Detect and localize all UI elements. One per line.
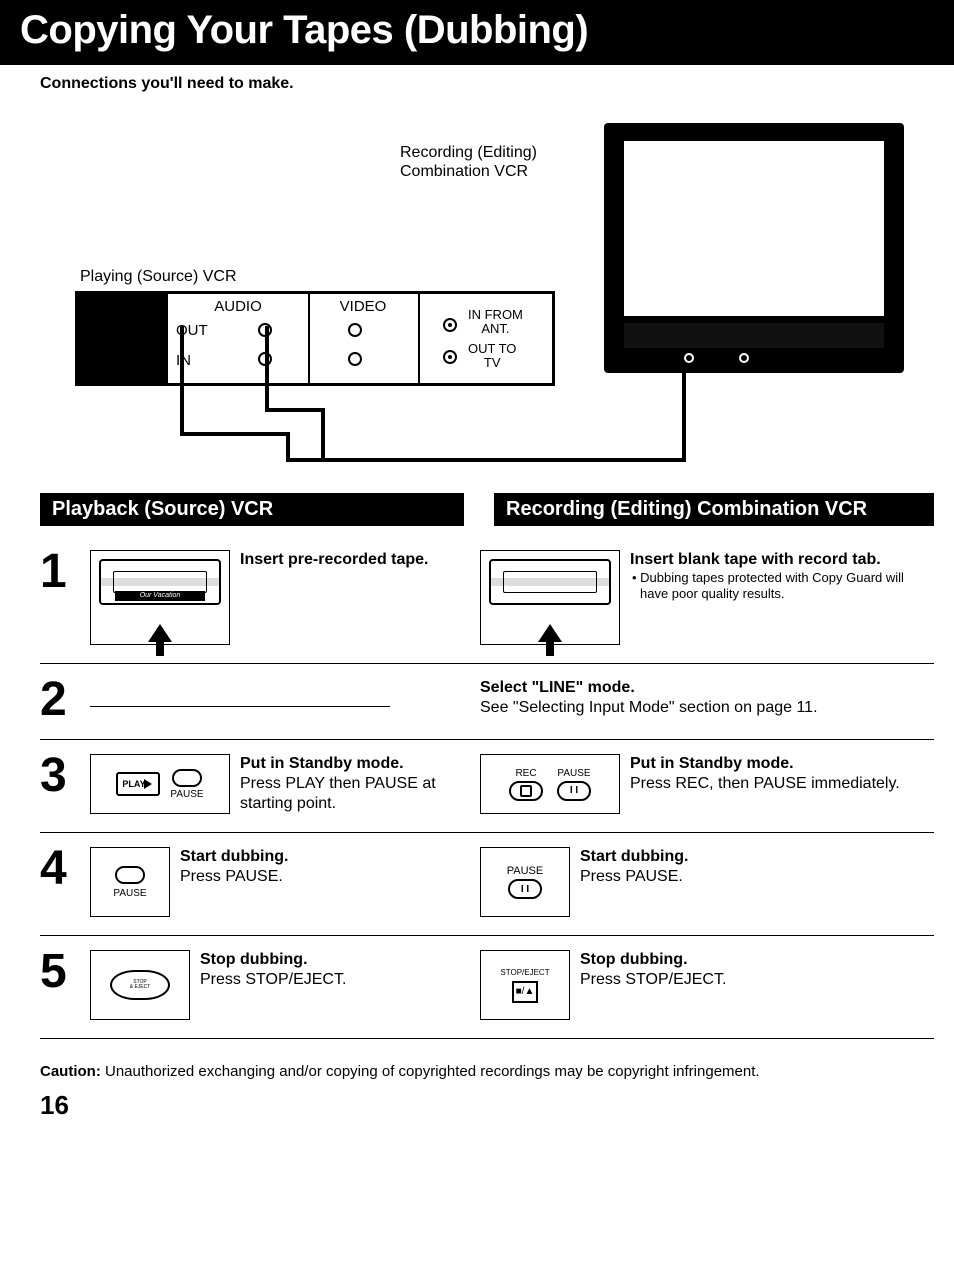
step5-right-heading: Stop dubbing.	[580, 951, 688, 968]
step-5: 5 STOP & EJECT Stop dubbing. Press STOP/…	[40, 936, 934, 1038]
recording-vcr-label: Recording (Editing) Combination VCR	[400, 143, 537, 181]
in-from-ant-label: IN FROM ANT.	[468, 308, 523, 335]
step-3: 3 PLAY PAUSE Put in Standby mode. Press …	[40, 740, 934, 833]
step1-left-heading: Insert pre-recorded tape.	[240, 551, 429, 568]
step1-bullet: Dubbing tapes protected with Copy Guard …	[630, 570, 934, 601]
playback-header: Playback (Source) VCR	[40, 493, 464, 526]
step5-left-body: Press STOP/EJECT.	[200, 971, 346, 988]
stopej-label: STOP/EJECT	[500, 968, 549, 977]
step3-right-heading: Put in Standby mode.	[630, 755, 794, 772]
rec-button-icon	[509, 781, 543, 801]
pause-icon-box: PAUSE	[90, 847, 170, 917]
step-number: 4	[40, 847, 80, 890]
insert-blank-tape-icon	[480, 550, 620, 645]
stop-eject-button-icon: ■/▲	[512, 981, 538, 1003]
pause-label: PAUSE	[557, 768, 590, 779]
video-label: VIDEO	[308, 298, 418, 315]
subtitle: Connections you'll need to make.	[40, 75, 934, 93]
recording-header: Recording (Editing) Combination VCR	[494, 493, 934, 526]
step-number: 2	[40, 678, 80, 721]
step5-left-heading: Stop dubbing.	[200, 951, 308, 968]
ant-in-jack	[443, 318, 457, 332]
step-1: 1 Our Vacation Insert pre-recorded tape.…	[40, 536, 934, 664]
video-in-jack	[348, 352, 362, 366]
title-bar: Copying Your Tapes (Dubbing)	[0, 0, 954, 65]
step1-right-heading: Insert blank tape with record tab.	[630, 551, 881, 568]
cassette-label: Our Vacation	[115, 591, 205, 601]
pause-button-icon: I I	[557, 781, 591, 801]
connection-diagram: Recording (Editing) Combination VCR Play…	[40, 113, 934, 473]
video-out-jack	[348, 323, 362, 337]
step3-left-body: Press PLAY then PAUSE at starting point.	[240, 775, 436, 812]
stop-eject-button-icon: STOP & EJECT	[110, 970, 170, 1000]
rec-pause-icon: REC PAUSE I I	[480, 754, 620, 814]
step4-right-body: Press PAUSE.	[580, 868, 683, 885]
rec-label: REC	[515, 768, 536, 779]
playing-vcr-label: Playing (Source) VCR	[80, 268, 237, 286]
step3-left-heading: Put in Standby mode.	[240, 755, 404, 772]
pause-button-icon: I I	[508, 879, 542, 899]
vcr-rear-panel: AUDIO VIDEO OUT IN IN FROM ANT. OUT TO T…	[75, 291, 555, 386]
page-number: 16	[40, 1090, 934, 1121]
step-2: 2 Select "LINE" mode. See "Selecting Inp…	[40, 664, 934, 740]
step-number: 3	[40, 754, 80, 797]
column-headers: Playback (Source) VCR Recording (Editing…	[40, 493, 934, 536]
step-4: 4 PAUSE Start dubbing. Press PAUSE. PAUS…	[40, 833, 934, 936]
step-number: 1	[40, 550, 80, 593]
stop-eject-icon-box: STOP/EJECT ■/▲	[480, 950, 570, 1020]
stop-eject-icon-box: STOP & EJECT	[90, 950, 190, 1020]
step2-body: See "Selecting Input Mode" section on pa…	[480, 699, 818, 716]
audio-label: AUDIO	[168, 298, 308, 315]
play-pause-icon: PLAY PAUSE	[90, 754, 230, 814]
step3-right-body: Press REC, then PAUSE immediately.	[630, 775, 900, 792]
step4-left-heading: Start dubbing.	[180, 848, 288, 865]
page-title: Copying Your Tapes (Dubbing)	[20, 8, 934, 53]
tv-icon	[604, 123, 904, 373]
pause-label: PAUSE	[170, 789, 203, 800]
step2-heading: Select "LINE" mode.	[480, 679, 635, 696]
play-button-icon: PLAY	[116, 772, 160, 796]
out-to-tv-label: OUT TO TV	[468, 342, 516, 369]
step4-left-body: Press PAUSE.	[180, 868, 283, 885]
insert-tape-icon: Our Vacation	[90, 550, 230, 645]
page-content: Connections you'll need to make. Recordi…	[0, 65, 954, 1131]
ant-out-jack	[443, 350, 457, 364]
pause-button-icon	[115, 866, 145, 884]
pause-label: PAUSE	[113, 888, 146, 899]
step4-right-heading: Start dubbing.	[580, 848, 688, 865]
caution-text: Caution: Unauthorized exchanging and/or …	[40, 1063, 934, 1080]
pause-label: PAUSE	[507, 865, 543, 877]
pause-button-icon	[172, 769, 202, 787]
pause-icon-box: PAUSE I I	[480, 847, 570, 917]
step5-right-body: Press STOP/EJECT.	[580, 971, 726, 988]
step-number: 5	[40, 950, 80, 993]
